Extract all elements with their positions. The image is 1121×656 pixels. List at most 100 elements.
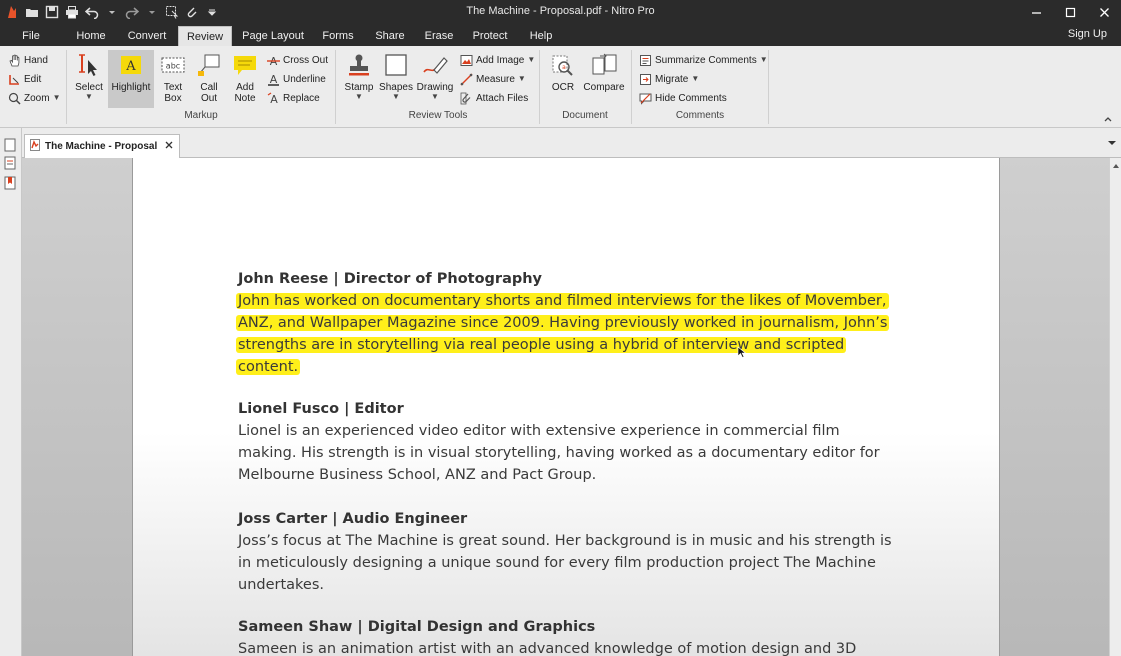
chevron-down-icon: ▼	[759, 55, 768, 64]
chevron-down-icon: ▼	[691, 74, 700, 83]
tab-protect[interactable]: Protect	[468, 26, 512, 46]
ribbon-review: Hand Edit Zoom ▼ Select ▼ A Highlight ab…	[0, 46, 1121, 128]
document-tab-bar: The Machine - Proposal	[22, 128, 1121, 158]
close-tab-icon[interactable]	[163, 139, 175, 151]
hide-comments-button[interactable]: Hide Comments	[639, 89, 727, 107]
document-tab-label: The Machine - Proposal	[45, 141, 158, 152]
highlighted-text-line[interactable]: content.	[236, 359, 301, 375]
scroll-up-icon[interactable]	[1112, 162, 1120, 170]
pages-panel-icon[interactable]	[3, 138, 17, 152]
highlighted-text-line[interactable]: John has worked on documentary shorts an…	[236, 293, 889, 309]
replace-button[interactable]: A Replace	[267, 89, 320, 107]
migrate-button[interactable]: Migrate ▼	[639, 70, 699, 88]
attach-files-label: Attach Files	[476, 92, 529, 104]
measure-icon	[460, 73, 473, 85]
shapes-button[interactable]: Shapes ▼	[378, 50, 414, 108]
text-box-button[interactable]: abc Text Box	[156, 50, 190, 108]
hide-comments-label: Hide Comments	[655, 92, 727, 104]
svg-text:abc: abc	[166, 62, 180, 71]
svg-text:A: A	[270, 73, 278, 86]
group-separator	[631, 50, 632, 124]
document-tab[interactable]: The Machine - Proposal	[24, 134, 180, 158]
cross-out-button[interactable]: A Cross Out	[267, 51, 328, 69]
document-viewport[interactable]: John Reese | Director of Photography Joh…	[22, 158, 1109, 656]
underline-button[interactable]: A Underline	[267, 70, 326, 88]
drawing-button[interactable]: Drawing ▼	[416, 50, 454, 108]
paperclip-icon	[460, 92, 471, 104]
close-icon[interactable]	[1087, 0, 1121, 24]
text-box-label-2: Box	[164, 93, 182, 104]
group-label-markup: Markup	[184, 110, 218, 121]
pencil-icon	[423, 57, 448, 74]
svg-text:a: a	[562, 64, 566, 71]
zoom-tool-button[interactable]: Zoom ▼	[8, 89, 60, 107]
comments-panel-icon[interactable]	[3, 156, 17, 170]
minimize-icon[interactable]	[1019, 0, 1053, 24]
measure-button[interactable]: Measure ▼	[460, 70, 526, 88]
tab-share[interactable]: Share	[370, 26, 410, 46]
pdf-file-icon	[29, 139, 41, 154]
compare-label: Compare	[583, 82, 625, 93]
highlighted-text-line[interactable]: ANZ, and Wallpaper Magazine since 2009. …	[236, 315, 890, 331]
add-note-label-2: Note	[234, 93, 256, 104]
pdf-page[interactable]: John Reese | Director of Photography Joh…	[132, 158, 1000, 656]
tab-file[interactable]: File	[14, 26, 48, 46]
bio-section: Sameen Shaw | Digital Design and Graphic…	[238, 616, 918, 656]
tab-forms[interactable]: Forms	[318, 26, 358, 46]
replace-label: Replace	[283, 92, 320, 104]
group-separator	[768, 50, 769, 124]
highlighted-text-line[interactable]: strengths are in storytelling via real p…	[236, 337, 847, 353]
maximize-icon[interactable]	[1053, 0, 1087, 24]
tab-page-layout[interactable]: Page Layout	[240, 26, 306, 46]
group-separator	[66, 50, 67, 124]
summarize-comments-button[interactable]: Summarize Comments ▼	[639, 51, 768, 69]
summarize-comments-label: Summarize Comments	[655, 54, 757, 66]
title-bar: The Machine - Proposal.pdf - Nitro Pro	[0, 0, 1121, 24]
group-label-document: Document	[562, 110, 608, 121]
tab-help[interactable]: Help	[524, 26, 558, 46]
select-button[interactable]: Select ▼	[72, 50, 106, 108]
bio-text-line: undertakes.	[238, 577, 325, 593]
hand-tool-button[interactable]: Hand	[8, 51, 48, 69]
underline-icon: A	[268, 73, 279, 86]
bookmarks-panel-icon[interactable]	[3, 176, 17, 190]
tab-home[interactable]: Home	[72, 26, 110, 46]
chevron-down-icon: ▼	[527, 55, 536, 64]
edit-label: Edit	[24, 73, 42, 85]
ribbon-tab-bar: File Home Convert Review Page Layout For…	[0, 24, 1121, 46]
tab-review[interactable]: Review	[178, 26, 232, 46]
bio-text-line: making. His strength is in visual storyt…	[238, 445, 880, 461]
cross-out-label: Cross Out	[283, 54, 329, 66]
add-image-label: Add Image	[476, 54, 525, 66]
chevron-down-icon: ▼	[517, 74, 526, 83]
collapse-ribbon-icon[interactable]	[1103, 114, 1113, 124]
sign-up-link[interactable]: Sign Up	[1068, 28, 1107, 40]
add-note-label-1: Add	[236, 82, 254, 93]
note-icon	[234, 56, 256, 75]
attach-files-button[interactable]: Attach Files	[460, 89, 528, 107]
tab-list-dropdown-icon[interactable]	[1107, 138, 1117, 148]
call-out-button[interactable]: Call Out	[192, 50, 226, 108]
compare-button[interactable]: Compare	[582, 50, 626, 108]
add-note-button[interactable]: Add Note	[228, 50, 262, 108]
tab-convert[interactable]: Convert	[124, 26, 170, 46]
bio-heading: Joss Carter | Audio Engineer	[238, 511, 468, 527]
highlight-button[interactable]: A Highlight	[108, 50, 154, 108]
chevron-down-icon: ▼	[431, 92, 439, 101]
ocr-icon: a	[552, 55, 573, 76]
ocr-button[interactable]: a OCR	[546, 50, 580, 108]
tab-erase[interactable]: Erase	[420, 26, 458, 46]
stamp-button[interactable]: Stamp ▼	[342, 50, 376, 108]
hide-comments-icon	[639, 93, 652, 105]
group-separator	[335, 50, 336, 124]
add-image-button[interactable]: Add Image ▼	[460, 51, 535, 69]
svg-text:A: A	[270, 93, 278, 105]
text-box-icon: abc	[161, 57, 185, 73]
bio-heading: Sameen Shaw | Digital Design and Graphic…	[238, 619, 596, 635]
zoom-icon	[8, 92, 21, 105]
vertical-scrollbar[interactable]	[1109, 158, 1121, 656]
edit-tool-button[interactable]: Edit	[8, 70, 41, 88]
call-out-icon	[198, 54, 220, 76]
window-controls	[1019, 0, 1121, 24]
select-cursor-icon	[79, 54, 97, 76]
